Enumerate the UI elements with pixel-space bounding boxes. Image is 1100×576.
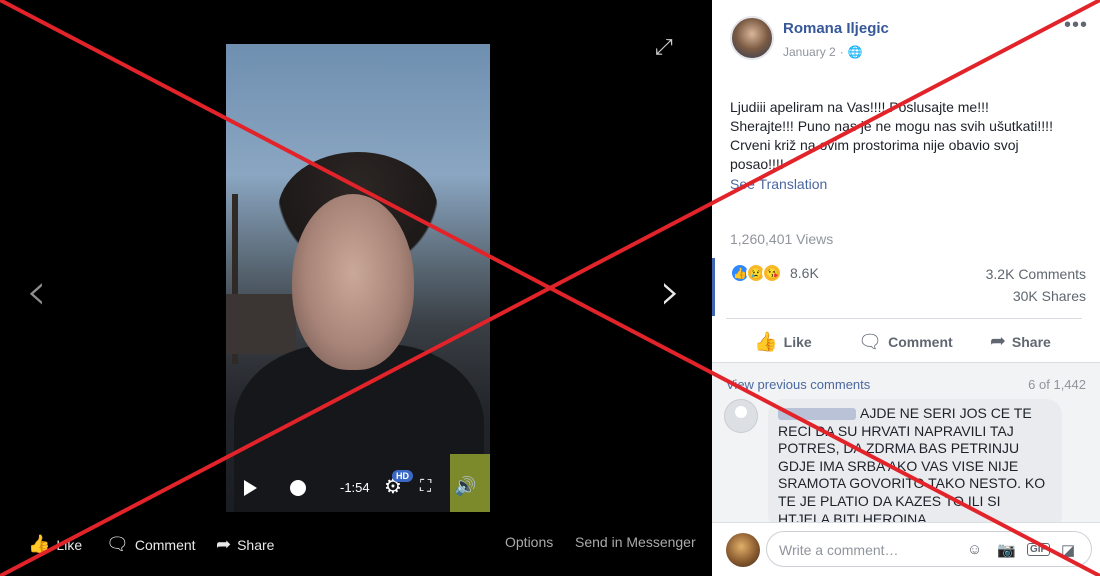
- post-panel: Romana Iljegic January 2 · 🌐 ••• Ljudiii…: [712, 0, 1100, 576]
- comment-composer: Write a comment… ☺ 📷 GIF ◪: [712, 522, 1100, 576]
- video-theater: -1:54 ⚙ HD ⛶ 🔊 ⤢ ‹ › 👍 Like 🗨 Comment ➦ …: [0, 0, 712, 576]
- more-options-icon[interactable]: •••: [1064, 14, 1088, 37]
- camera-icon[interactable]: 📷: [997, 541, 1016, 559]
- video-controls: -1:54 ⚙ HD ⛶ 🔊: [226, 464, 490, 512]
- focus-marker: [712, 258, 715, 316]
- video-background-tree: [226, 294, 296, 354]
- like-label: Like: [783, 334, 812, 350]
- comment-page-indicator: 6 of 1,442: [1028, 377, 1086, 392]
- post-text-line: Ljudiii apeliram na Vas!!!! Poslusajte m…: [730, 99, 989, 115]
- share-label: Share: [1011, 333, 1051, 350]
- theater-like-label: Like: [56, 536, 83, 553]
- expand-icon[interactable]: ⤢: [655, 34, 673, 60]
- like-button[interactable]: 👍 Like: [754, 330, 812, 354]
- scrub-handle[interactable]: [290, 480, 306, 496]
- thumbs-up-icon: 👍: [754, 332, 778, 353]
- comment-bubble: AJDE NE SERI JOS CE TE RECI DA SU HRVATI…: [768, 399, 1062, 531]
- see-translation-link[interactable]: See Translation: [730, 176, 827, 192]
- time-remaining: -1:54: [340, 480, 370, 495]
- theater-action-bar: 👍 Like 🗨 Comment ➦ Share Options Send in…: [0, 524, 712, 560]
- comments-count[interactable]: 3.2K Comments: [986, 266, 1086, 282]
- post-date[interactable]: January 2: [783, 45, 836, 59]
- comment-bubble-icon: 🗨: [106, 534, 129, 554]
- volume-icon[interactable]: 🔊: [454, 476, 476, 497]
- view-previous-comments-link[interactable]: View previous comments: [726, 377, 870, 392]
- author-name[interactable]: Romana Iljegic: [783, 20, 889, 37]
- options-link[interactable]: Options: [505, 534, 553, 550]
- reaction-summary[interactable]: 👍 😢 😘 8.6K: [730, 263, 819, 283]
- love-face-reaction-icon: 😘: [762, 263, 782, 283]
- theater-share-label: Share: [237, 536, 275, 553]
- meta-separator: ·: [839, 45, 844, 59]
- sticker-icon[interactable]: ◪: [1061, 541, 1075, 559]
- thumbs-up-icon: 👍: [28, 534, 51, 554]
- author-avatar[interactable]: [730, 16, 774, 60]
- user-avatar: [726, 533, 760, 567]
- commenter-name-blurred[interactable]: [778, 408, 856, 421]
- comment-button[interactable]: 🗨 Comment: [858, 330, 953, 354]
- comment-placeholder: Write a comment…: [779, 542, 899, 558]
- commenter-avatar[interactable]: [724, 399, 758, 433]
- hd-badge: HD: [392, 470, 413, 482]
- theater-comment-label: Comment: [134, 536, 196, 553]
- post-text: Ljudiii apeliram na Vas!!!! Poslusajte m…: [730, 98, 1086, 174]
- view-count: 1,260,401 Views: [730, 231, 834, 247]
- fullscreen-icon[interactable]: ⛶: [420, 478, 431, 496]
- chevron-right-icon[interactable]: ›: [660, 262, 681, 322]
- theater-like-button[interactable]: 👍 Like: [28, 534, 82, 555]
- post-meta: January 2 · 🌐: [783, 45, 863, 59]
- post-text-line: Sherajte!!! Puno nas je ne mogu nas svih…: [730, 118, 1053, 134]
- emoji-icon[interactable]: ☺: [967, 541, 982, 558]
- theater-comment-button[interactable]: 🗨 Comment: [106, 534, 196, 555]
- theater-share-button[interactable]: ➦ Share: [216, 534, 274, 555]
- chevron-left-icon[interactable]: ‹: [26, 262, 47, 322]
- comment-bubble-icon: 🗨: [858, 332, 883, 353]
- video-player[interactable]: -1:54 ⚙ HD ⛶ 🔊: [226, 44, 490, 512]
- gif-icon[interactable]: GIF: [1027, 543, 1050, 556]
- reaction-count: 8.6K: [790, 265, 819, 281]
- comment-text: AJDE NE SERI JOS CE TE RECI DA SU HRVATI…: [778, 405, 1046, 527]
- share-button[interactable]: ➦ Share: [990, 330, 1051, 353]
- share-arrow-icon: ➦: [990, 331, 1006, 352]
- video-person-face: [292, 194, 414, 370]
- comment-label: Comment: [888, 334, 953, 350]
- send-in-messenger-link[interactable]: Send in Messenger: [575, 534, 696, 550]
- shares-count[interactable]: 30K Shares: [1013, 288, 1086, 304]
- globe-icon: 🌐: [847, 45, 863, 59]
- post-text-line: posao!!!!: [730, 156, 784, 172]
- play-icon[interactable]: [244, 480, 257, 496]
- post-text-line: Crveni križ na ovim prostorima nije obav…: [730, 137, 1019, 153]
- comment-input[interactable]: Write a comment… ☺ 📷 GIF ◪: [766, 531, 1092, 567]
- share-arrow-icon: ➦: [216, 534, 232, 554]
- divider: [726, 318, 1082, 319]
